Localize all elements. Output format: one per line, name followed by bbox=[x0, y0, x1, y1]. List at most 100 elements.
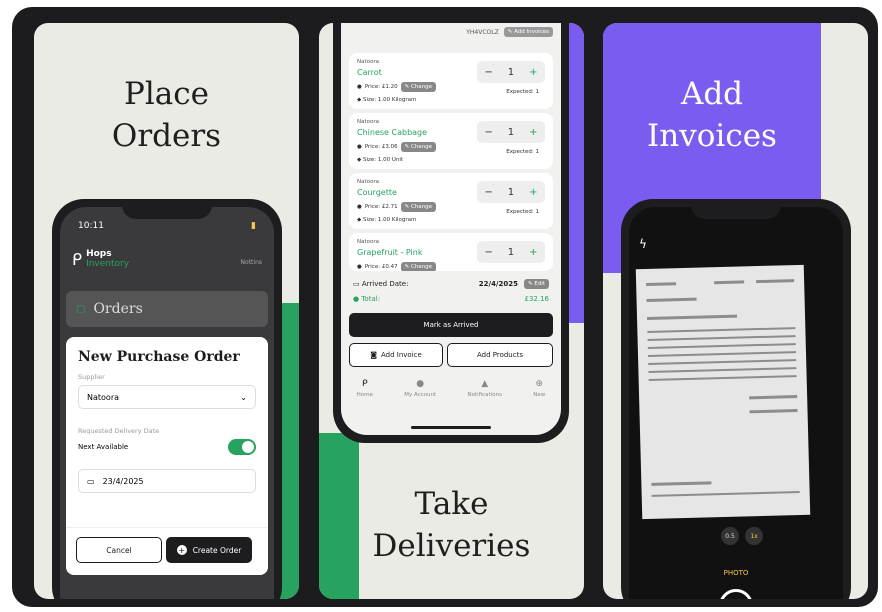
phone-screen: YH4VCOLZ ✎ Add Invoices Natoora Carrot ●… bbox=[341, 23, 561, 435]
modal-divider bbox=[66, 527, 268, 528]
zoom-1x-button[interactable]: 1x bbox=[745, 527, 763, 545]
phone-camera: ϟ 0.5 1x PHOTO bbox=[621, 199, 851, 599]
minus-button[interactable]: − bbox=[484, 67, 492, 78]
minus-button[interactable]: − bbox=[484, 247, 492, 258]
next-available-toggle[interactable] bbox=[228, 439, 256, 455]
item-qty: 1 bbox=[507, 186, 515, 198]
create-order-label: Create Order bbox=[192, 545, 242, 555]
headline-line2: Deliveries bbox=[372, 528, 531, 564]
create-order-button[interactable]: + Create Order bbox=[166, 537, 252, 563]
tab-account-label: My Account bbox=[404, 392, 437, 398]
tab-my-account[interactable]: ● My Account bbox=[404, 379, 436, 398]
home-indicator bbox=[411, 426, 491, 429]
arrived-label-group: ▭ Arrived Date: bbox=[353, 280, 408, 288]
change-button[interactable]: ✎ Change bbox=[400, 142, 436, 152]
quantity-stepper[interactable]: − 1 + bbox=[477, 61, 545, 83]
logo-bottom: Inventory bbox=[86, 259, 130, 269]
headline-line1: Place bbox=[124, 76, 209, 112]
change-label: Change bbox=[410, 84, 432, 90]
home-icon: ᑭ bbox=[361, 379, 368, 389]
total-value: £32.16 bbox=[524, 295, 550, 303]
receipt-line bbox=[651, 491, 800, 497]
plus-button[interactable]: + bbox=[529, 187, 537, 198]
change-button[interactable]: ✎ Change bbox=[400, 202, 436, 212]
receipt-line bbox=[648, 367, 797, 373]
item-size-row: ◆ Size: 1.00 Unit bbox=[357, 157, 403, 163]
quantity-stepper[interactable]: − 1 + bbox=[477, 121, 545, 143]
photo-mode-label[interactable]: PHOTO bbox=[629, 569, 843, 577]
add-products-label: Add Products bbox=[476, 351, 523, 359]
arrived-label: Arrived Date: bbox=[361, 280, 409, 288]
item-price-row: ● Price: £0.47 ✎ Change bbox=[357, 262, 436, 271]
header-right-text[interactable]: Nottins bbox=[241, 259, 262, 266]
item-supplier: Natoora bbox=[357, 179, 380, 185]
tab-notifications[interactable]: ▲ Notifications bbox=[468, 379, 502, 398]
receipt-line bbox=[646, 282, 677, 286]
change-label: Change bbox=[410, 144, 432, 150]
minus-button[interactable]: − bbox=[484, 187, 492, 198]
date-field[interactable]: ▭ 23/4/2025 bbox=[78, 469, 256, 493]
add-invoices-button[interactable]: ✎ Add Invoices bbox=[503, 27, 553, 37]
plus-circle-icon: + bbox=[176, 545, 187, 555]
quantity-stepper[interactable]: − 1 + bbox=[477, 241, 545, 263]
orders-header: ▢ Orders bbox=[66, 291, 268, 327]
chevron-down-icon: ⌄ bbox=[240, 392, 247, 402]
phone-notch bbox=[122, 199, 212, 219]
arrived-value: 22/4/2025 bbox=[478, 280, 518, 288]
top-bar: YH4VCOLZ ✎ Add Invoices bbox=[466, 27, 553, 37]
plus-button[interactable]: + bbox=[529, 127, 537, 138]
zoom-05-button[interactable]: 0.5 bbox=[721, 527, 739, 545]
tab-new-label: New bbox=[533, 392, 546, 398]
add-invoice-button[interactable]: ◙ Add Invoice bbox=[349, 343, 443, 367]
tag-icon: ◆ bbox=[357, 97, 362, 103]
item-price-row: ● Price: £2.71 ✎ Change bbox=[357, 202, 436, 212]
mark-as-arrived-button[interactable]: Mark as Arrived bbox=[349, 313, 553, 337]
item-supplier: Natoora bbox=[357, 59, 380, 65]
tab-new[interactable]: ⊕ New bbox=[533, 379, 545, 398]
headline-line1: Add bbox=[680, 76, 744, 112]
receipt-line bbox=[648, 359, 797, 365]
add-invoice-label: Add Invoice bbox=[380, 351, 422, 359]
item-price: Price: £0.47 bbox=[364, 264, 398, 270]
app-logo: ᑭ Hops Inventory bbox=[72, 249, 129, 269]
plus-button[interactable]: + bbox=[529, 67, 537, 78]
receipt-line bbox=[646, 297, 697, 302]
camera-icon: ◙ bbox=[370, 351, 377, 359]
cancel-label: Cancel bbox=[106, 545, 132, 555]
quantity-stepper[interactable]: − 1 + bbox=[477, 181, 545, 203]
add-products-button[interactable]: Add Products bbox=[447, 343, 553, 367]
item-name: Grapefruit - Pink bbox=[357, 248, 423, 257]
phone-orders: 10:11 ▮ ᑭ Hops Inventory Nottins ▢ Order… bbox=[52, 199, 282, 599]
receipt-line bbox=[749, 395, 798, 400]
item-name: Carrot bbox=[357, 68, 382, 77]
minus-button[interactable]: − bbox=[484, 127, 492, 138]
shutter-button[interactable] bbox=[719, 589, 753, 599]
info-icon: ● bbox=[357, 144, 362, 150]
next-available-label: Next Available bbox=[78, 443, 129, 451]
add-invoices-label: Add Invoices bbox=[514, 29, 549, 35]
receipt-line bbox=[647, 314, 738, 320]
item-price: Price: £2.71 bbox=[364, 204, 398, 210]
cancel-button[interactable]: Cancel bbox=[76, 537, 162, 563]
date-value: 23/4/2025 bbox=[102, 476, 144, 486]
tag-icon: ◆ bbox=[357, 157, 362, 163]
flash-icon[interactable]: ϟ bbox=[639, 237, 647, 251]
tab-home[interactable]: ᑭ Home bbox=[357, 379, 373, 398]
user-icon: ● bbox=[416, 379, 425, 389]
change-button[interactable]: ✎ Change bbox=[400, 262, 436, 271]
tab-notifications-label: Notifications bbox=[467, 392, 502, 398]
supplier-select[interactable]: Natoora ⌄ bbox=[78, 385, 256, 409]
plus-button[interactable]: + bbox=[529, 247, 537, 258]
panel-take-deliveries: YH4VCOLZ ✎ Add Invoices Natoora Carrot ●… bbox=[319, 23, 584, 599]
item-size-row: ◆ Size: 1.00 Kilogram bbox=[357, 217, 416, 223]
edit-button[interactable]: ✎ Edit bbox=[523, 279, 549, 289]
info-icon: ● bbox=[357, 84, 362, 90]
edit-label: Edit bbox=[534, 281, 545, 287]
receipt-line bbox=[756, 279, 795, 284]
change-button[interactable]: ✎ Change bbox=[400, 82, 436, 92]
phone-deliveries: YH4VCOLZ ✎ Add Invoices Natoora Carrot ●… bbox=[333, 23, 569, 443]
status-bar: 10:11 ▮ bbox=[78, 221, 256, 231]
supplier-label: Supplier bbox=[78, 373, 105, 381]
item-qty: 1 bbox=[507, 66, 515, 78]
phone-notch bbox=[691, 199, 781, 219]
